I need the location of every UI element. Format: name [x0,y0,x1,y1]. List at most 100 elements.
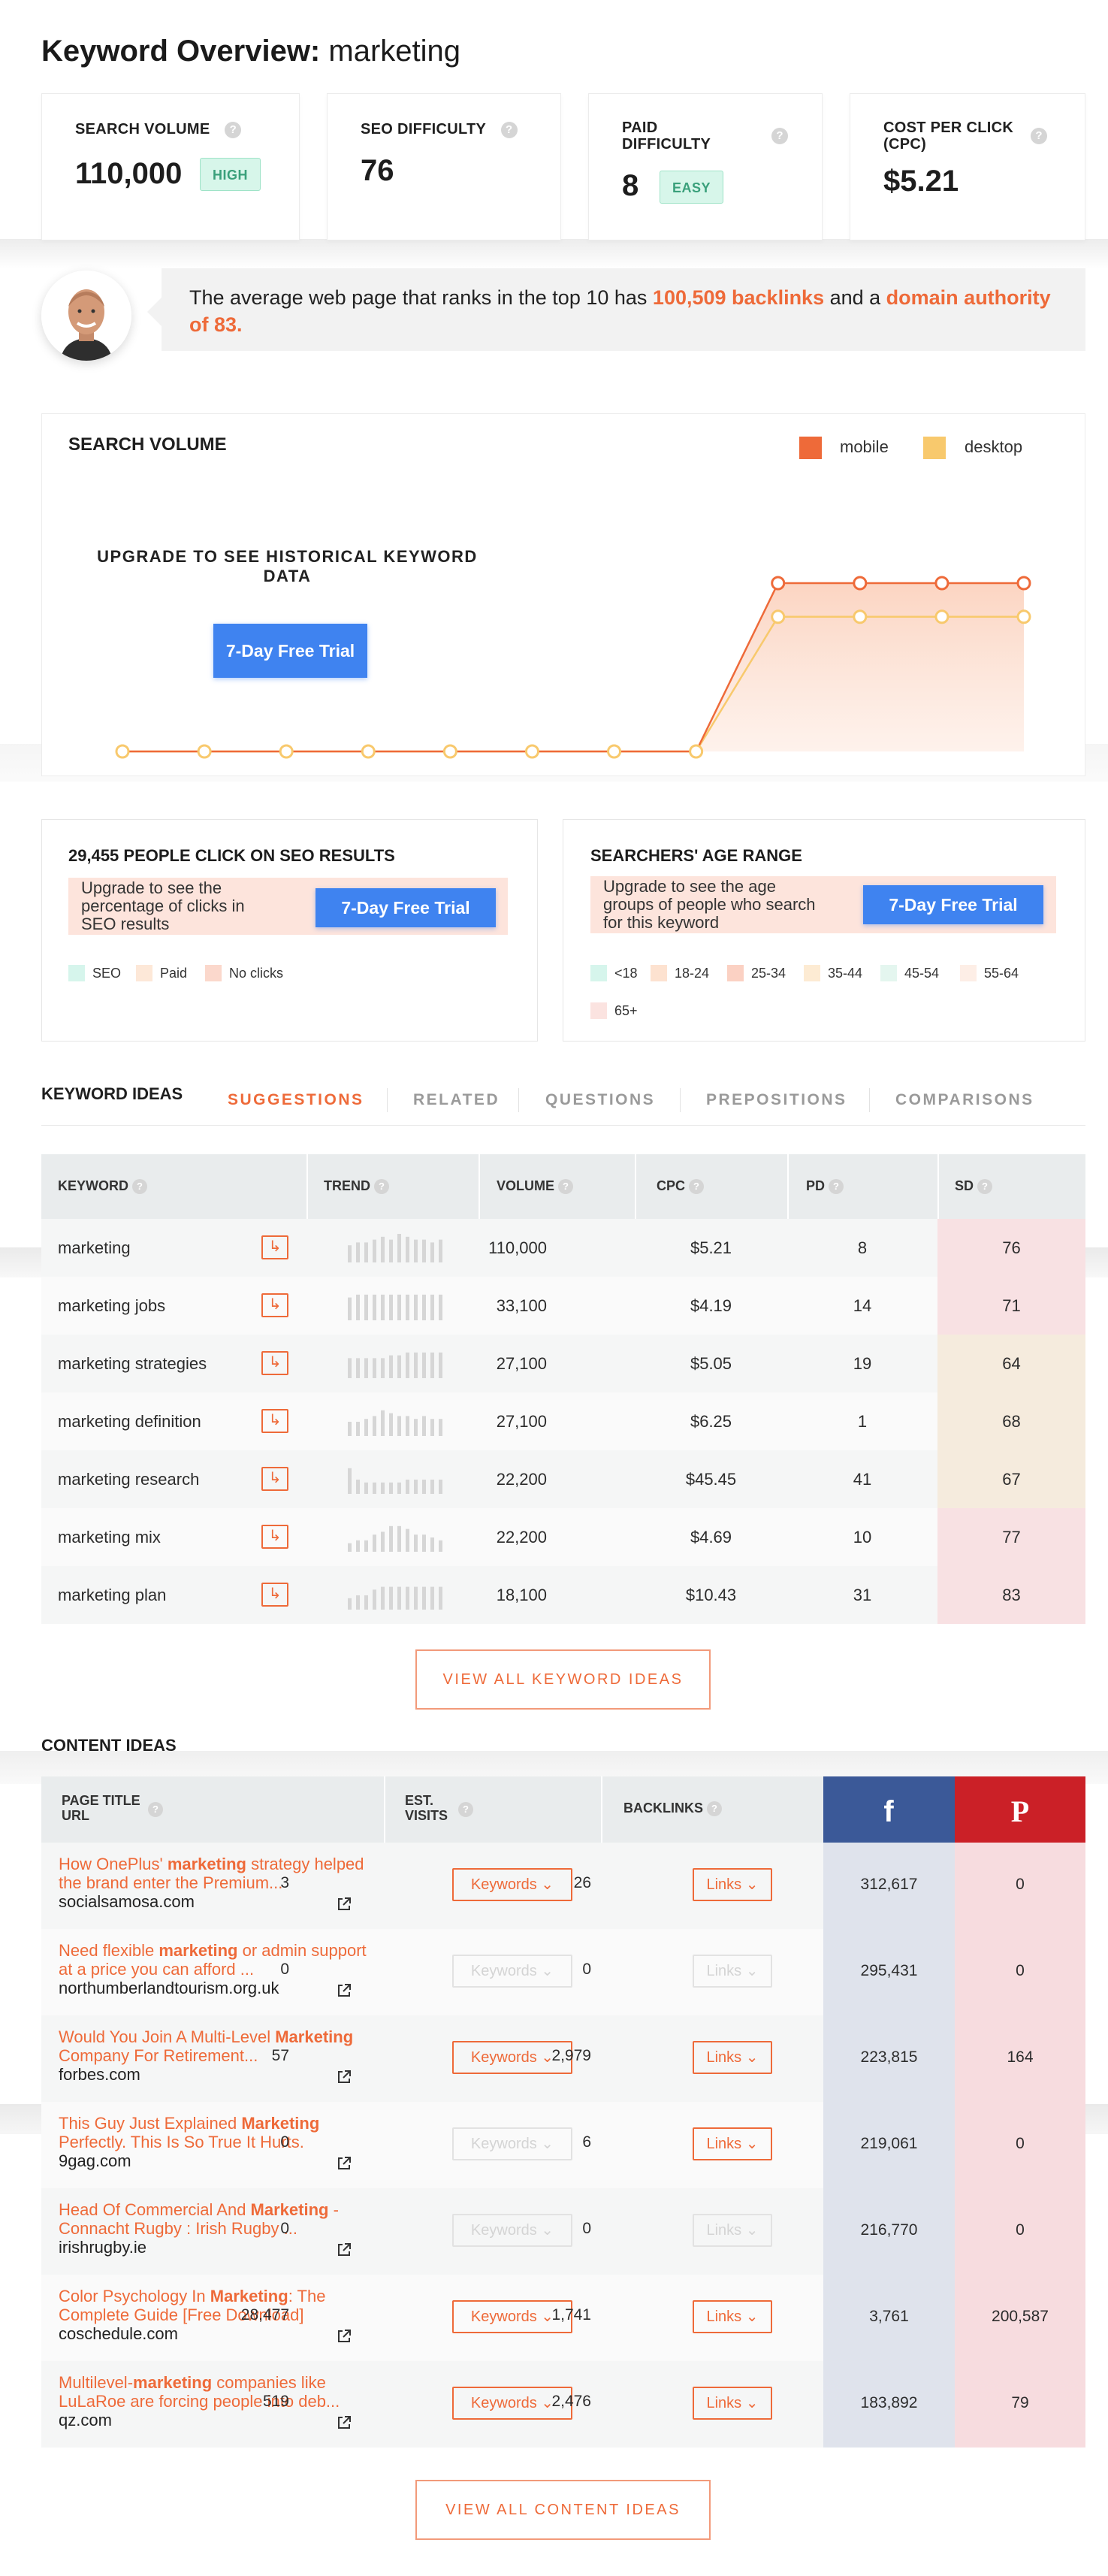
column-header-label: VISITS [405,1808,448,1823]
tab-comparisons[interactable]: COMPARISONS [895,1091,1034,1109]
help-icon[interactable]: ? [132,1179,148,1195]
trend-bar [406,1236,409,1262]
pinterest-column-header[interactable]: P [955,1776,1085,1843]
trend-bar [406,1528,409,1552]
external-link-icon[interactable] [337,2156,352,2171]
difficulty-badge: EASY [660,171,724,204]
desktop-point [689,744,704,759]
page-title-link[interactable]: How OnePlus' marketing strategy helped t… [59,1855,374,1892]
facebook-column-header[interactable]: f [823,1776,955,1843]
column-header-backlinks[interactable]: BACKLINKS ? [623,1800,723,1817]
legend-swatch [590,965,607,981]
tab-related[interactable]: RELATED [413,1091,500,1109]
title-text: Multilevel- [59,2373,134,2392]
seo-difficulty-card: SEO DIFFICULTY ? 76 [327,93,561,240]
pinterest-icon: P [1011,1794,1029,1828]
go-to-keyword-button[interactable]: ↳ [261,1583,288,1607]
help-icon[interactable]: ? [1031,128,1047,144]
external-link-icon[interactable] [337,1983,352,1998]
help-icon[interactable]: ? [148,1802,163,1817]
external-link-icon[interactable] [337,2415,352,2430]
links-dropdown[interactable]: Links ⌄ [693,1868,772,1901]
tab-questions[interactable]: QUESTIONS [545,1091,655,1109]
trend-bar [356,1358,360,1378]
page-url: coschedule.com [59,2324,178,2343]
keyword-cell[interactable]: marketing research [58,1470,199,1489]
trend-bar [406,1480,409,1494]
go-to-keyword-button[interactable]: ↳ [261,1409,288,1433]
free-trial-button[interactable]: 7-Day Free Trial [213,624,367,678]
go-to-keyword-button[interactable]: ↳ [261,1235,288,1259]
column-header-cpc[interactable]: CPC ? [657,1178,705,1195]
view-all-content-ideas-button[interactable]: VIEW ALL CONTENT IDEAS [415,2480,711,2540]
table-row: marketing jobs ↳ 33,100 $4.19 14 71 [41,1277,1085,1335]
keyword-cell[interactable]: marketing definition [58,1412,201,1432]
help-icon[interactable]: ? [977,1179,993,1195]
pinterest-shares-cell: 79 [955,2361,1085,2448]
page-title-link[interactable]: Head Of Commercial And Marketing - Conna… [59,2200,374,2238]
go-to-keyword-button[interactable]: ↳ [261,1351,288,1375]
keyword-cell[interactable]: marketing mix [58,1528,161,1547]
tab-prepositions[interactable]: PREPOSITIONS [706,1091,847,1109]
external-link-icon[interactable] [337,2242,352,2257]
legend-item: Paid [136,965,187,981]
help-icon[interactable]: ? [225,121,242,138]
help-icon[interactable]: ? [558,1179,574,1195]
trend-bar [397,1482,401,1494]
help-icon[interactable]: ? [829,1179,844,1195]
keywords-dropdown[interactable]: Keywords ⌄ [452,1868,572,1901]
page-title-link[interactable]: Color Psychology In Marketing: The Compl… [59,2287,374,2324]
help-icon[interactable]: ? [771,128,788,144]
tab-suggestions[interactable]: SUGGESTIONS [228,1091,364,1109]
links-dropdown[interactable]: Links ⌄ [693,2041,772,2074]
trend-bar [364,1358,368,1378]
keyword-cell[interactable]: marketing plan [58,1586,166,1605]
links-dropdown[interactable]: Links ⌄ [693,2387,772,2420]
keyword-cell[interactable]: marketing [58,1238,131,1258]
page-title-link[interactable]: Would You Join A Multi-Level Marketing C… [59,2027,374,2065]
help-icon[interactable]: ? [374,1179,390,1195]
links-dropdown[interactable]: Links ⌄ [693,2300,772,2333]
external-link-icon[interactable] [337,2329,352,2344]
page-title-link[interactable]: This Guy Just Explained Marketing Perfec… [59,2114,374,2151]
trend-bar [373,1239,376,1262]
go-to-keyword-button[interactable]: ↳ [261,1467,288,1491]
upsell-text: Upgrade to see the age groups of people … [603,877,816,932]
trend-bar [381,1531,385,1552]
volume-cell: 27,100 [496,1412,547,1431]
go-to-keyword-button[interactable]: ↳ [261,1525,288,1549]
title-keyword: Marketing [250,2200,329,2219]
external-link-icon[interactable] [337,1897,352,1912]
column-header-trend[interactable]: TREND ? [324,1178,390,1195]
pinterest-glyph: P [1011,1794,1029,1828]
trend-bar [364,1242,368,1262]
help-icon[interactable]: ? [689,1179,705,1195]
column-header-pd[interactable]: PD ? [806,1178,844,1195]
facebook-shares-cell: 216,770 [823,2188,955,2275]
free-trial-button[interactable]: 7-Day Free Trial [863,885,1043,924]
free-trial-button[interactable]: 7-Day Free Trial [315,888,496,927]
page-title-link[interactable]: Multilevel-marketing companies like LuLa… [59,2373,374,2411]
column-header-page-title[interactable]: PAGE TITLE URL [62,1793,140,1823]
help-icon[interactable]: ? [707,1801,723,1817]
go-to-keyword-button[interactable]: ↳ [261,1293,288,1317]
title-text: Head Of Commercial And [59,2200,251,2219]
help-icon[interactable]: ? [500,121,518,138]
column-header-sd[interactable]: SD ? [955,1178,993,1195]
help-icon[interactable]: ? [458,1802,473,1817]
links-dropdown[interactable]: Links ⌄ [693,2127,772,2160]
external-link-icon[interactable] [337,2070,352,2085]
column-header-visits[interactable]: EST. VISITS [405,1793,448,1823]
page-title-link[interactable]: Need flexible marketing or admin support… [59,1941,374,1979]
desktop-point [361,744,376,759]
trend-bar [406,1416,409,1436]
page-title: Keyword Overview: marketing [41,35,460,68]
keyword-cell[interactable]: marketing jobs [58,1296,165,1316]
view-all-keyword-ideas-button[interactable]: VIEW ALL KEYWORD IDEAS [415,1649,711,1710]
column-header-volume[interactable]: VOLUME ? [497,1178,574,1195]
trend-bar [364,1482,368,1494]
keyword-cell[interactable]: marketing strategies [58,1354,207,1374]
column-header-keyword[interactable]: KEYWORD ? [58,1178,148,1195]
chevron-down-icon: ⌄ [541,2222,554,2239]
desktop-point [442,744,457,759]
